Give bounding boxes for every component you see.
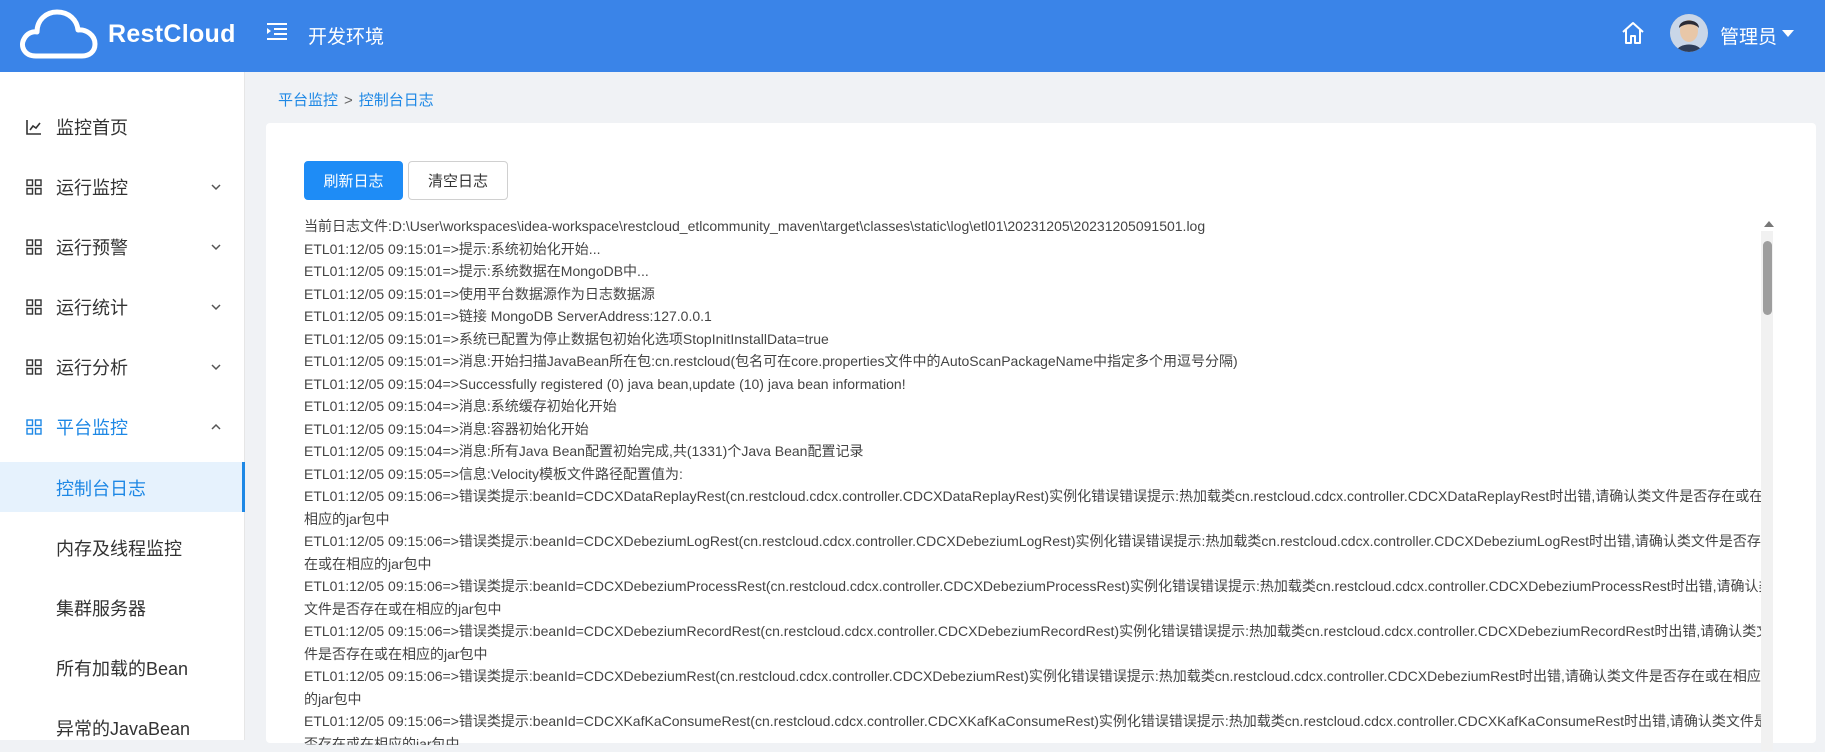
avatar[interactable] [1670, 14, 1708, 52]
chevron-up-icon [211, 423, 221, 430]
sidebar-item-label: 平台监控 [56, 418, 128, 438]
sidebar-item-label: 运行分析 [56, 358, 128, 378]
env-title: 开发环境 [308, 27, 385, 48]
sidebar-subitem-loaded-beans[interactable]: 所有加载的Bean [0, 642, 245, 692]
log-line: ETL01:12/05 09:15:01=>消息:开始扫描JavaBean所在包… [304, 353, 1238, 369]
sidebar-item-run-alert[interactable]: 运行预警 [0, 217, 245, 277]
breadcrumb: 平台监控 > 控制台日志 [278, 89, 434, 110]
sidebar-subitem-memory-thread[interactable]: 内存及线程监控 [0, 522, 245, 572]
log-card: 刷新日志 清空日志 当前日志文件:D:\User\workspaces\idea… [266, 123, 1816, 751]
user-name[interactable]: 管理员 [1720, 22, 1777, 49]
log-line: ETL01:12/05 09:15:01=>系统已配置为停止数据包初始化选项St… [304, 330, 829, 347]
log-line: ETL01:12/05 09:15:04=>消息:系统缓存初始化开始 [304, 398, 617, 414]
sidebar-item-label: 运行监控 [56, 178, 128, 198]
logo[interactable]: RestCloud [18, 6, 236, 62]
log-line: ETL01:12/05 09:15:06=>错误类提示:beanId=CDCXD… [304, 488, 1764, 527]
breadcrumb-separator: > [344, 92, 353, 109]
menu-fold-icon[interactable] [266, 20, 288, 42]
sidebar-item-label: 运行预警 [56, 238, 128, 258]
line-chart-icon [26, 120, 41, 135]
chevron-down-icon [211, 244, 221, 251]
sidebar-subitem-label: 控制台日志 [56, 479, 146, 499]
log-line: ETL01:12/05 09:15:01=>链接 MongoDB ServerA… [304, 308, 712, 324]
sidebar-subitem-error-javabean[interactable]: 异常的JavaBean [0, 702, 245, 752]
sidebar-item-run-monitor[interactable]: 运行监控 [0, 157, 245, 217]
grid-icon [26, 179, 42, 195]
home-icon[interactable] [1620, 20, 1646, 46]
log-output: 当前日志文件:D:\User\workspaces\idea-workspace… [304, 215, 1774, 745]
log-file-path: 当前日志文件:D:\User\workspaces\idea-workspace… [304, 218, 1206, 234]
clear-log-button[interactable]: 清空日志 [408, 161, 508, 200]
sidebar-subitem-cluster-servers[interactable]: 集群服务器 [0, 582, 245, 632]
sidebar-item-run-stats[interactable]: 运行统计 [0, 277, 245, 337]
app-name: RestCloud [108, 19, 236, 48]
log-line: ETL01:12/05 09:15:01=>提示:系统初始化开始... [304, 240, 601, 257]
log-line: ETL01:12/05 09:15:04=>消息:所有Java Bean配置初始… [304, 443, 864, 459]
log-line: ETL01:12/05 09:15:01=>提示:系统数据在MongoDB中..… [304, 263, 649, 279]
log-line: ETL01:12/05 09:15:06=>错误类提示:beanId=CDCXD… [304, 533, 1761, 572]
log-line: ETL01:12/05 09:15:01=>使用平台数据源作为日志数据源 [304, 285, 655, 302]
log-scrollbar-thumb[interactable] [1763, 241, 1772, 315]
grid-icon [26, 419, 42, 435]
top-bar: RestCloud 开发环境 管理员 [0, 0, 1825, 72]
chevron-down-icon [211, 184, 221, 191]
sidebar-subitem-label: 内存及线程监控 [56, 539, 182, 559]
chevron-down-icon [211, 304, 221, 311]
sidebar-subitem-label: 集群服务器 [56, 599, 146, 619]
refresh-log-button[interactable]: 刷新日志 [304, 161, 403, 200]
sidebar-item-monitor-home[interactable]: 监控首页 [0, 97, 245, 157]
cloud-logo-icon [20, 9, 98, 59]
sidebar-subitem-label: 异常的JavaBean [56, 719, 191, 739]
sidebar-subitem-label: 所有加载的Bean [56, 659, 189, 679]
log-line: ETL01:12/05 09:15:06=>错误类提示:beanId=CDCXD… [304, 578, 1773, 617]
breadcrumb-parent[interactable]: 平台监控 [278, 92, 338, 109]
log-line: ETL01:12/05 09:15:04=>Successfully regis… [304, 375, 906, 392]
scroll-up-arrow-icon[interactable] [1764, 221, 1774, 227]
sidebar-item-run-analysis[interactable]: 运行分析 [0, 337, 245, 397]
log-line: ETL01:12/05 09:15:04=>消息:容器初始化开始 [304, 420, 589, 437]
breadcrumb-current[interactable]: 控制台日志 [359, 92, 434, 109]
caret-down-icon[interactable] [1782, 30, 1794, 37]
user-avatar-icon [1670, 14, 1708, 52]
sidebar-item-label: 运行统计 [56, 298, 128, 318]
grid-icon [26, 239, 42, 255]
chevron-down-icon [211, 364, 221, 371]
sidebar-subitem-console-log[interactable]: 控制台日志 [0, 462, 245, 512]
log-line: ETL01:12/05 09:15:06=>错误类提示:beanId=CDCXD… [304, 623, 1771, 662]
log-line: ETL01:12/05 09:15:06=>错误类提示:beanId=CDCXD… [304, 668, 1761, 707]
sidebar-item-label: 监控首页 [56, 118, 128, 138]
grid-icon [26, 299, 42, 315]
log-line: ETL01:12/05 09:15:05=>信息:Velocity模板文件路径配… [304, 465, 683, 482]
sidebar: 监控首页 运行监控 运行预警 运行统计 运行分析 平台监控 控制台日志 内存及线… [0, 72, 245, 740]
grid-icon [26, 359, 42, 375]
sidebar-item-platform-monitor[interactable]: 平台监控 [0, 397, 245, 457]
